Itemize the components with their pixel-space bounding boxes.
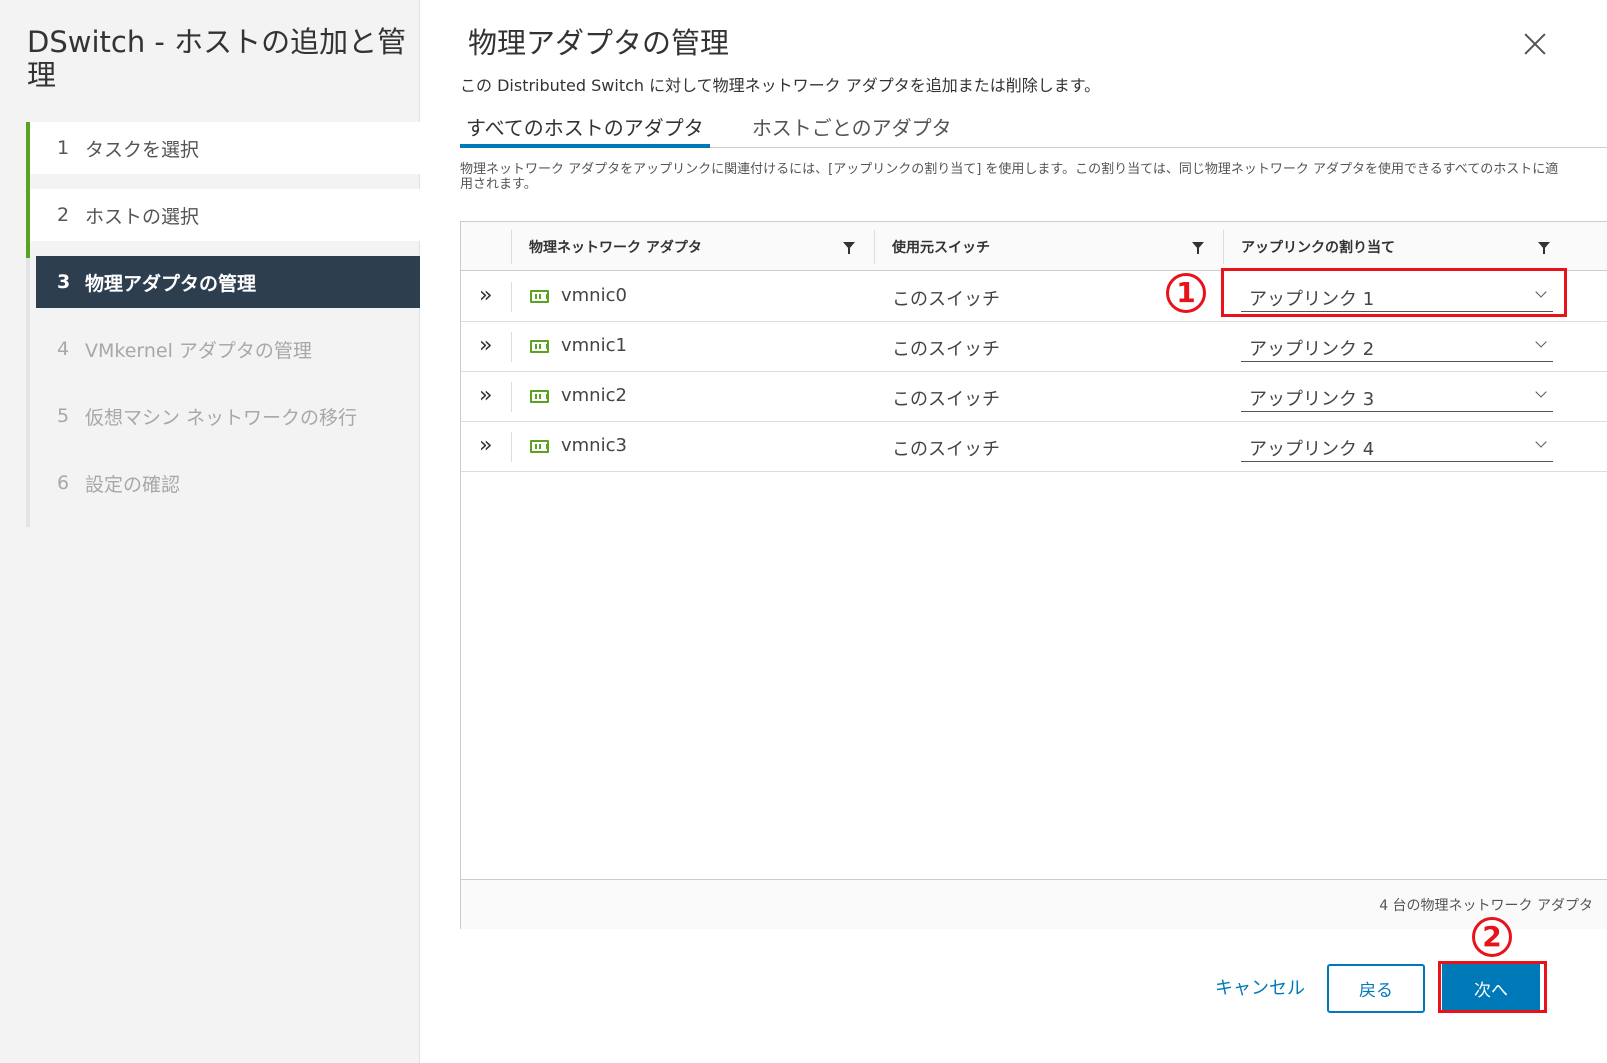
- chevron-down-icon: [1535, 386, 1547, 398]
- back-button[interactable]: 戻る: [1327, 964, 1425, 1013]
- switch-name: このスイッチ: [892, 339, 1000, 360]
- uplink-dropdown[interactable]: アップリンク 2: [1241, 330, 1553, 362]
- column-header-adapter[interactable]: 物理ネットワーク アダプタ: [529, 222, 702, 271]
- wizard-step-2[interactable]: 2 ホストの選択: [26, 189, 420, 241]
- column-separator[interactable]: [1223, 230, 1224, 264]
- uplink-value: アップリンク 4: [1249, 439, 1375, 460]
- adapter-name: vmnic2: [561, 385, 627, 406]
- close-icon[interactable]: [1518, 28, 1552, 62]
- network-adapter-icon: [530, 440, 549, 453]
- column-header-uplink[interactable]: アップリンクの割り当て: [1241, 222, 1395, 271]
- uplink-value: アップリンク 2: [1249, 339, 1375, 360]
- column-separator[interactable]: [874, 230, 875, 264]
- step-label: 仮想マシン ネットワークの移行: [85, 406, 358, 429]
- switch-name: このスイッチ: [892, 389, 1000, 410]
- uplink-dropdown[interactable]: アップリンク 4: [1241, 430, 1553, 462]
- network-adapter-icon: [530, 290, 549, 303]
- switch-name: このスイッチ: [892, 289, 1000, 310]
- wizard-step-4: 4 VMkernel アダプタの管理: [26, 323, 420, 375]
- tab-bar: すべてのホストのアダプタ ホストごとのアダプタ: [460, 108, 1607, 148]
- table-row: » vmnic1 このスイッチ アップリンク 2: [461, 322, 1607, 372]
- highlight-box: [1438, 961, 1547, 1013]
- table-row: » vmnic2 このスイッチ アップリンク 3: [461, 372, 1607, 422]
- row-separator: [511, 382, 512, 412]
- row-separator: [511, 432, 512, 462]
- network-adapter-icon: [530, 340, 549, 353]
- step-number: 3: [57, 271, 71, 293]
- highlight-box: [1221, 268, 1567, 317]
- adapter-name: vmnic3: [561, 435, 627, 456]
- wizard-step-5: 5 仮想マシン ネットワークの移行: [26, 390, 420, 442]
- table-row: » vmnic3 このスイッチ アップリンク 4: [461, 422, 1607, 472]
- step-label: 物理アダプタの管理: [85, 272, 257, 295]
- filter-icon[interactable]: [1538, 242, 1550, 254]
- row-separator: [511, 332, 512, 362]
- wizard-step-1[interactable]: 1 タスクを選択: [26, 122, 420, 174]
- step-number: 5: [57, 405, 70, 427]
- wizard-title: DSwitch - ホストの追加と管理: [27, 25, 407, 92]
- expand-row-icon[interactable]: »: [479, 385, 492, 407]
- adapter-grid: 物理ネットワーク アダプタ 使用元スイッチ アップリンクの割り当て » vmni…: [460, 221, 1607, 929]
- adapter-name: vmnic0: [561, 285, 627, 306]
- cancel-button[interactable]: キャンセル: [1212, 974, 1308, 1004]
- step-marker-2: 2: [1472, 917, 1512, 957]
- uplink-value: アップリンク 3: [1249, 389, 1375, 410]
- step-label: 設定の確認: [85, 473, 181, 496]
- filter-icon[interactable]: [1192, 242, 1204, 254]
- wizard-steps: 1 タスクを選択 2 ホストの選択 3 物理アダプタの管理 4 VMkernel…: [26, 122, 420, 524]
- chevron-down-icon: [1535, 336, 1547, 348]
- step-number: 4: [57, 338, 70, 360]
- page-description: この Distributed Switch に対して物理ネットワーク アダプタを…: [460, 76, 1101, 95]
- step-marker-1: 1: [1166, 273, 1206, 313]
- network-adapter-icon: [530, 390, 549, 403]
- tab-all-hosts-adapters[interactable]: すべてのホストのアダプタ: [460, 108, 710, 148]
- adapter-name: vmnic1: [561, 335, 627, 356]
- grid-footer: 4 台の物理ネットワーク アダプタ: [461, 879, 1607, 929]
- expand-row-icon[interactable]: »: [479, 435, 492, 457]
- step-label: ホストの選択: [85, 205, 200, 228]
- info-text: 物理ネットワーク アダプタをアップリンクに関連付けるには、[アップリンクの割り当…: [460, 162, 1559, 192]
- step-number: 2: [57, 204, 70, 226]
- uplink-dropdown[interactable]: アップリンク 3: [1241, 380, 1553, 412]
- column-separator: [511, 230, 512, 264]
- row-separator: [511, 282, 512, 312]
- wizard-step-6: 6 設定の確認: [26, 457, 420, 509]
- step-label: タスクを選択: [85, 138, 200, 161]
- grid-header: 物理ネットワーク アダプタ 使用元スイッチ アップリンクの割り当て: [461, 222, 1607, 271]
- expand-row-icon[interactable]: »: [479, 285, 492, 307]
- main-panel: 物理アダプタの管理 この Distributed Switch に対して物理ネッ…: [420, 0, 1607, 1063]
- chevron-down-icon: [1535, 436, 1547, 448]
- page-title: 物理アダプタの管理: [468, 26, 730, 60]
- step-number: 6: [57, 472, 70, 494]
- step-number: 1: [57, 137, 70, 159]
- step-label: VMkernel アダプタの管理: [85, 339, 312, 362]
- expand-row-icon[interactable]: »: [479, 335, 492, 357]
- filter-icon[interactable]: [843, 242, 855, 254]
- item-count: 4 台の物理ネットワーク アダプタ: [1379, 898, 1593, 914]
- tab-per-host-adapters[interactable]: ホストごとのアダプタ: [746, 108, 958, 148]
- wizard-step-3[interactable]: 3 物理アダプタの管理: [36, 256, 420, 308]
- switch-name: このスイッチ: [892, 439, 1000, 460]
- wizard-sidebar: DSwitch - ホストの追加と管理 1 タスクを選択 2 ホストの選択 3 …: [0, 0, 420, 1063]
- column-header-switch[interactable]: 使用元スイッチ: [892, 222, 990, 271]
